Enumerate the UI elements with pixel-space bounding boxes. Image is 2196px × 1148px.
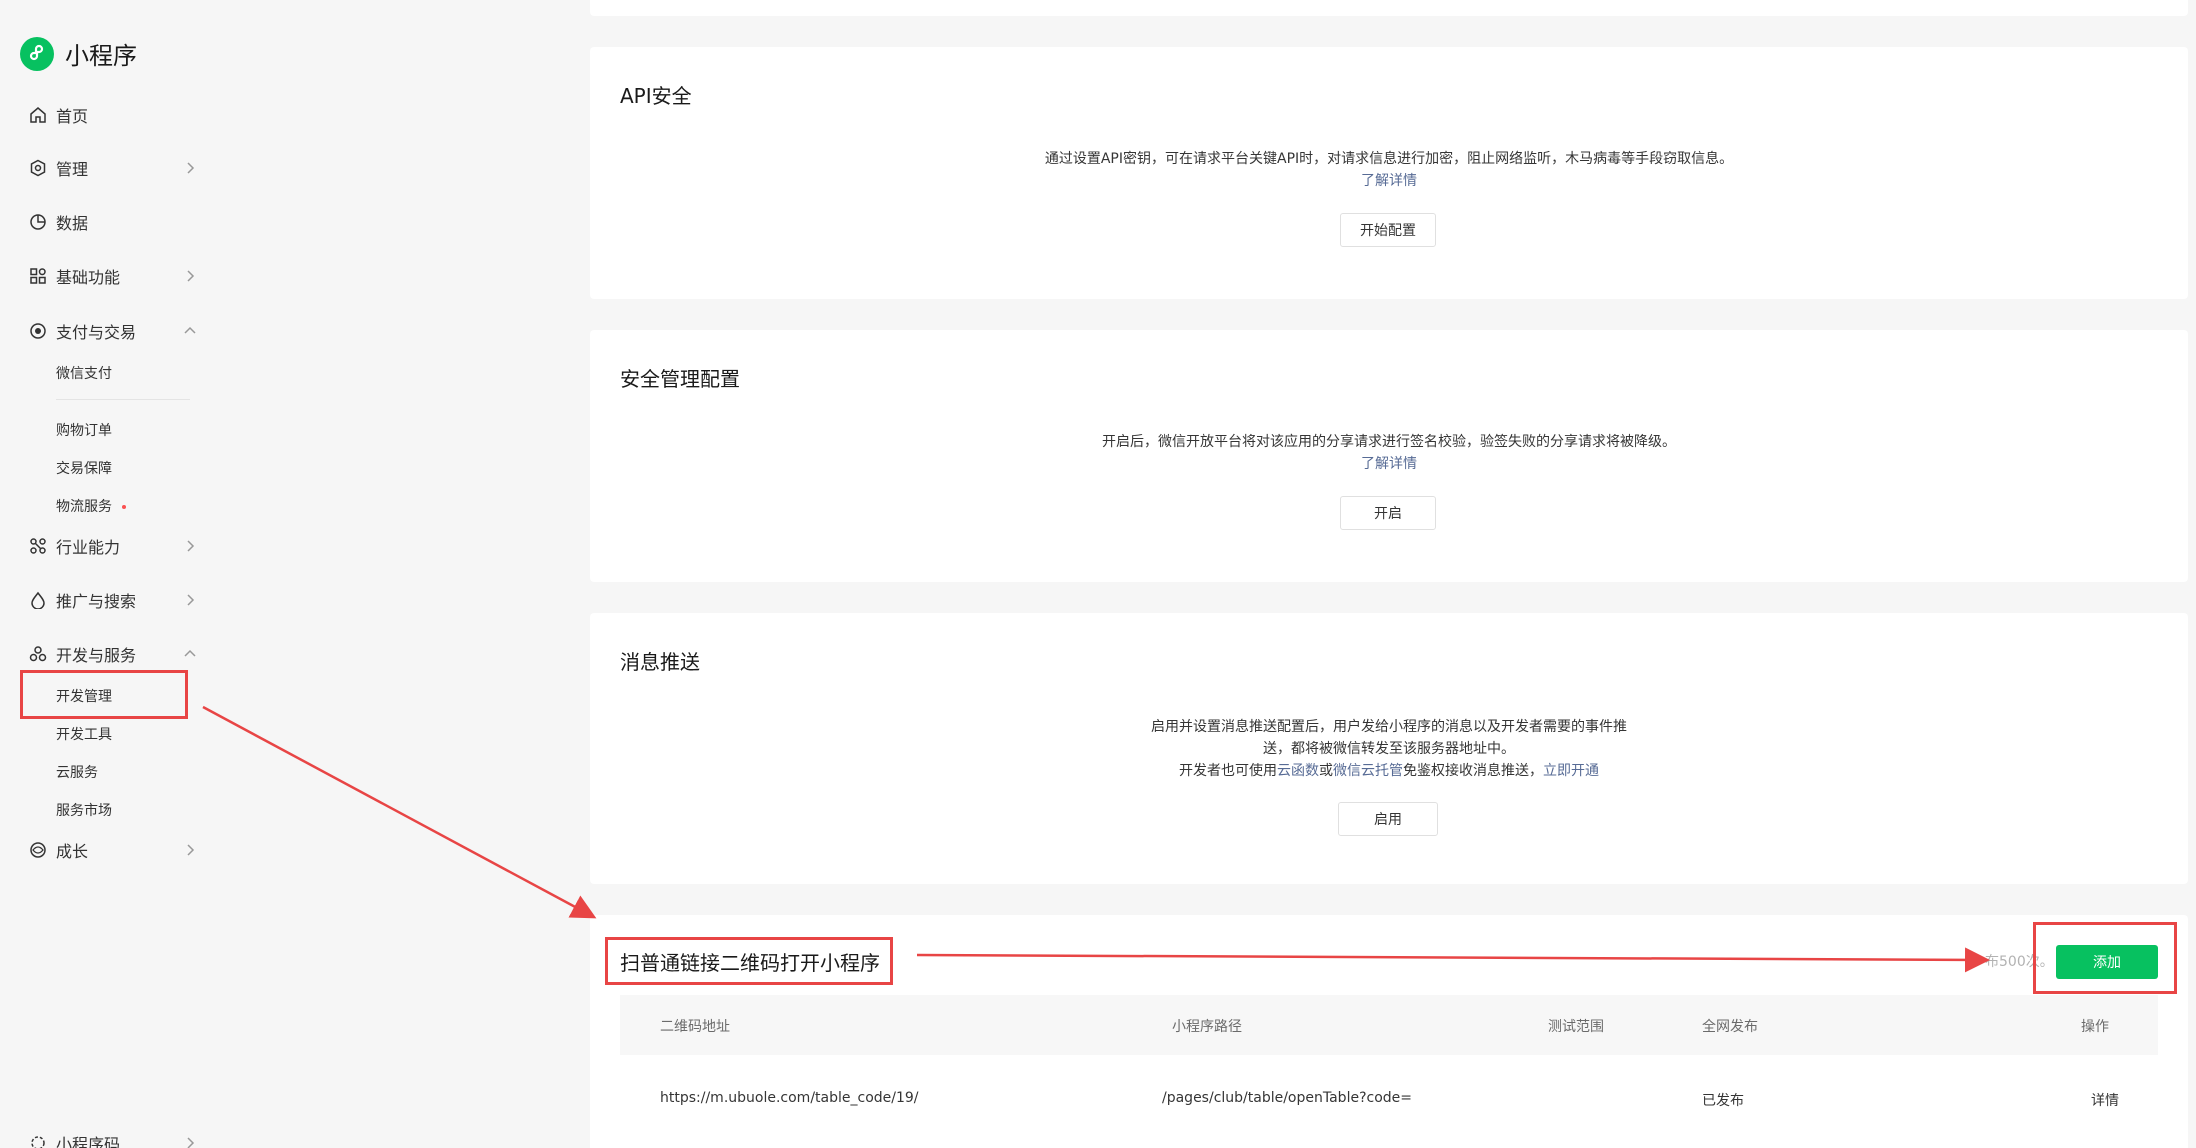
card-api-security: API安全 通过设置API密钥，可在请求平台关键API时，对请求信息进行加密，阻… [590,47,2188,299]
sidebar-item-payment[interactable]: 支付与交易 [28,316,198,346]
chevron-right-icon [187,162,195,174]
code-icon [28,1133,48,1148]
sidebar-item-label: 支付与交易 [56,323,137,342]
mini-program-logo-icon [20,36,54,71]
card-description-line2: 送，都将被微信转发至该服务器地址中。 [1263,741,1515,757]
chart-pie-icon [28,212,48,232]
settings-icon [28,158,48,178]
nodes-icon [28,536,48,556]
sidebar-item-label: 行业能力 [56,538,121,557]
column-header: 全网发布 [1702,1019,1758,1035]
cloud-hosting-link[interactable]: 微信云托管 [1333,763,1403,779]
annotation-box-add-button [2033,922,2177,994]
card-description: 开启后，微信开放平台将对该应用的分享请求进行签名校验，验签失败的分享请求将被降级… [1102,434,1676,450]
chevron-right-icon [187,844,195,856]
column-header: 操作 [2081,1019,2109,1035]
card-title: 消息推送 [620,650,700,674]
activate-now-link[interactable]: 立即开通 [1543,763,1599,779]
grid-icon [28,266,48,286]
sidebar-sub-cloud[interactable]: 云服务 [56,762,98,782]
sidebar-item-promotion[interactable]: 推广与搜索 [28,585,198,615]
enable-button[interactable]: 开启 [1340,496,1436,530]
learn-more-link[interactable]: 了解详情 [1361,456,1417,472]
mini-program-path: /pages/club/table/openTable?code= [1162,1090,1412,1106]
sidebar-item-dev-service[interactable]: 开发与服务 [28,639,198,669]
chevron-up-icon [184,649,196,657]
brand-name: 小程序 [65,42,137,70]
card-security-config: 安全管理配置 开启后，微信开放平台将对该应用的分享请求进行签名校验，验签失败的分… [590,330,2188,582]
card-message-push: 消息推送 启用并设置消息推送配置后，用户发给小程序的消息以及开发者需要的事件推 … [590,613,2188,884]
sidebar-item-label: 小程序码 [56,1135,121,1148]
chevron-right-icon [187,270,195,282]
card-link-row: 了解详情 [590,170,2188,192]
sidebar-item-label: 首页 [56,107,89,126]
publish-status: 已发布 [1702,1093,1744,1109]
sidebar-sub-guarantee[interactable]: 交易保障 [56,458,112,478]
detail-link[interactable]: 详情 [2091,1090,2119,1110]
table-header: 二维码地址 小程序路径 测试范围 全网发布 操作 [620,995,2158,1055]
sidebar-item-label: 推广与搜索 [56,592,137,611]
sidebar-sub-wechat-pay[interactable]: 微信支付 [56,363,112,383]
target-icon [28,321,48,341]
chevron-right-icon [187,594,195,606]
annotation-box-dev-manage [20,670,188,719]
chevron-right-icon [187,1137,195,1148]
sidebar-sub-logistics[interactable]: 物流服务 [56,496,112,516]
sidebar-item-industry[interactable]: 行业能力 [28,531,198,561]
sidebar-sub-dev-tools[interactable]: 开发工具 [56,724,112,744]
desc-text: 或 [1319,763,1333,779]
card-title: API安全 [620,84,692,108]
desc-text: 开发者也可使用 [1179,763,1277,779]
sidebar-item-label: 成长 [56,842,89,861]
sidebar-item-growth[interactable]: 成长 [28,835,198,865]
card-description-line3: 开发者也可使用云函数或微信云托管免鉴权接收消息推送，立即开通 [590,760,2188,782]
brand[interactable]: 小程序 [20,36,137,71]
sidebar-item-qrcode[interactable]: 小程序码 [28,1128,198,1148]
card-top-remnant [590,0,2188,16]
card-title: 安全管理配置 [620,367,740,391]
sidebar-item-home[interactable]: 首页 [28,100,198,130]
cloud-function-link[interactable]: 云函数 [1277,763,1319,779]
notification-dot [122,505,126,509]
sidebar-item-data[interactable]: 数据 [28,207,198,237]
growth-icon [28,840,48,860]
divider [56,399,190,400]
column-header: 小程序路径 [1172,1019,1242,1035]
cluster-icon [28,644,48,664]
sidebar-item-manage[interactable]: 管理 [28,153,198,183]
desc-text: 免鉴权接收消息推送， [1403,763,1543,779]
column-header: 测试范围 [1548,1019,1604,1035]
sidebar-item-label: 数据 [56,214,89,233]
sidebar-item-basic[interactable]: 基础功能 [28,261,198,291]
learn-more-link[interactable]: 了解详情 [1361,173,1417,189]
chevron-up-icon [184,326,196,334]
activate-button[interactable]: 启用 [1338,802,1438,836]
chevron-right-icon [187,540,195,552]
qrcode-url: https://m.ubuole.com/table_code/19/ [660,1090,919,1106]
annotation-box-qrcode-title [605,937,893,985]
sidebar-sub-market[interactable]: 服务市场 [56,800,112,820]
card-description: 通过设置API密钥，可在请求平台关键API时，对请求信息进行加密，阻止网络监听，… [1044,151,1734,167]
card-description-line1: 启用并设置消息推送配置后，用户发给小程序的消息以及开发者需要的事件推 [1151,719,1627,735]
sidebar: 小程序 首页 管理 数据 基础功能 支付与交易 微信支付 购物订单 交易保障 物… [0,0,215,1148]
sidebar-item-label: 基础功能 [56,268,121,287]
card-link-row: 了解详情 [590,453,2188,475]
column-header: 二维码地址 [660,1019,730,1035]
arrow-to-qrcode-card [202,705,597,919]
drop-icon [28,590,48,610]
sidebar-item-label: 管理 [56,160,89,179]
home-icon [28,105,48,125]
sidebar-item-label: 开发与服务 [56,646,137,665]
sidebar-sub-orders[interactable]: 购物订单 [56,420,112,440]
start-config-button[interactable]: 开始配置 [1340,213,1436,247]
